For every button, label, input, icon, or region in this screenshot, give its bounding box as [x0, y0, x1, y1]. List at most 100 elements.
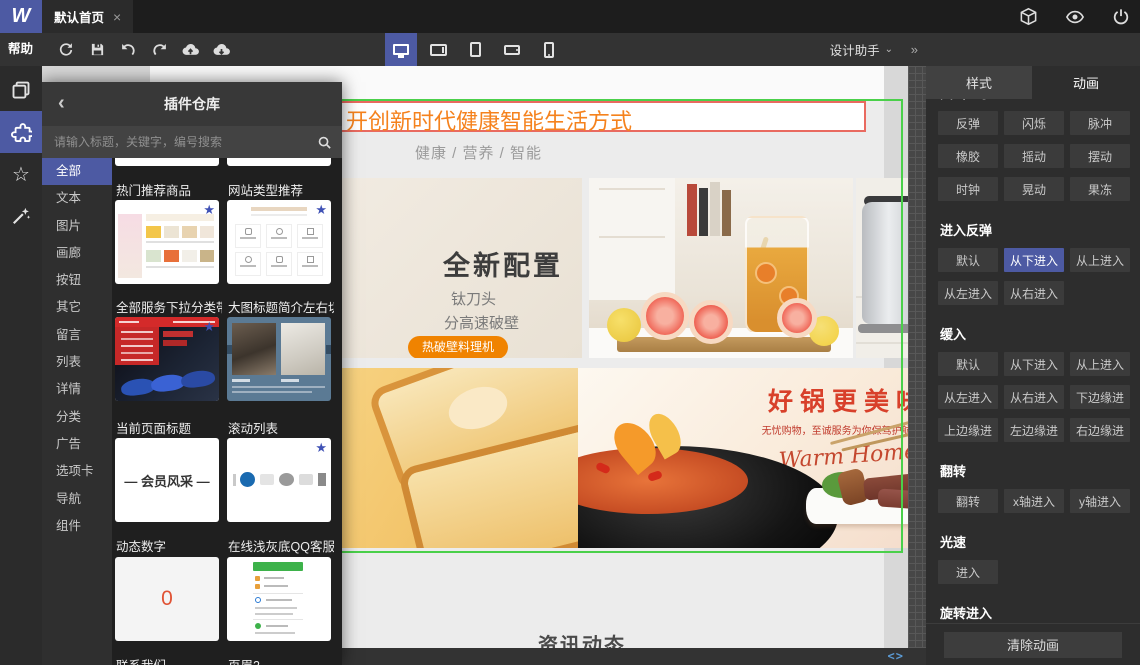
thumb-img [146, 250, 161, 262]
anim-button[interactable]: 翻转 [938, 489, 998, 513]
left-icon-rail: ☆ [0, 66, 42, 665]
cloud-download-icon[interactable] [211, 40, 231, 60]
juice-photo[interactable] [589, 178, 853, 358]
device-laptop-button[interactable] [422, 33, 454, 66]
anim-button[interactable]: 右边缘进 [1070, 418, 1130, 442]
anim-button[interactable]: 上边缘进 [938, 418, 998, 442]
news-heading[interactable]: 资讯动态 [538, 629, 626, 648]
anim-button[interactable]: 进入 [938, 560, 998, 584]
help-button[interactable]: 帮助 [8, 33, 33, 66]
category-item[interactable]: 导航 [42, 486, 112, 513]
anim-button[interactable]: 果冻 [1070, 177, 1130, 201]
anim-button[interactable]: 从上进入 [1070, 248, 1130, 272]
pages-icon[interactable] [0, 69, 42, 111]
star-icon[interactable]: ★ [203, 202, 215, 218]
category-item[interactable]: 图片 [42, 213, 112, 240]
back-icon[interactable]: ‹ [58, 82, 65, 126]
search-icon[interactable] [317, 135, 332, 150]
plugin-card-qq-service[interactable] [227, 557, 331, 641]
anim-button[interactable]: 从左进入 [938, 281, 998, 305]
plugin-card-page-title[interactable]: — 会员风采 — [115, 438, 219, 522]
category-item[interactable]: 留言 [42, 322, 112, 349]
plugin-item-grid: 热门推荐商品 ★ 网站类型推荐 ★ 全部服务下拉分类 ★ 大图标题简介左右 当前… [112, 158, 342, 665]
category-item[interactable]: 选项卡 [42, 458, 112, 485]
design-assistant-dropdown[interactable]: 设计助手 ⌄ [830, 33, 893, 66]
cloud-upload-icon[interactable] [180, 40, 200, 60]
category-item[interactable]: 画廊 [42, 240, 112, 267]
page-subtitle[interactable]: 健康 / 营养 / 智能 [415, 142, 542, 163]
anim-button[interactable]: 从下进入 [1004, 352, 1064, 376]
anim-button[interactable]: 下边缘进 [1070, 385, 1130, 409]
device-tablet-button[interactable] [459, 33, 491, 66]
anim-button[interactable]: 晃动 [1004, 177, 1064, 201]
plugin-card-image-slider[interactable] [227, 317, 331, 401]
category-item[interactable]: 按钮 [42, 267, 112, 294]
anim-button[interactable]: 左边缘进 [1004, 418, 1064, 442]
clear-animation-button[interactable]: 清除动画 [944, 631, 1122, 658]
save-icon[interactable] [87, 40, 107, 60]
anim-button[interactable]: 默认 [938, 248, 998, 272]
anim-button[interactable]: 时钟 [938, 177, 998, 201]
plugin-search-input[interactable] [52, 134, 311, 150]
collapse-chevrons-icon[interactable]: » [911, 33, 918, 66]
anim-button-active[interactable]: 从下进入 [1004, 248, 1064, 272]
anim-button[interactable]: 闪烁 [1004, 111, 1064, 135]
anim-button[interactable]: 橡胶 [938, 144, 998, 168]
plugin-library-icon[interactable] [0, 111, 42, 153]
kettle-photo[interactable] [856, 178, 908, 358]
redo-icon[interactable] [149, 40, 169, 60]
anim-button[interactable]: 从左进入 [938, 385, 998, 409]
thumb-img [200, 250, 214, 262]
category-item[interactable]: 分类 [42, 404, 112, 431]
device-desktop-button[interactable] [385, 33, 417, 66]
plugin-card-dynamic-number[interactable]: 0 [115, 557, 219, 641]
laptop-icon [429, 43, 447, 56]
category-item[interactable]: 文本 [42, 185, 112, 212]
anim-button[interactable]: 摆动 [1070, 144, 1130, 168]
wok-banner[interactable]: 好锅更美味 无忧购物，至诚服务为你保驾护航! Warm Home [578, 368, 908, 548]
category-item[interactable]: 其它 [42, 294, 112, 321]
chevron-down-icon: ⌄ [884, 44, 893, 55]
magic-wand-icon[interactable] [0, 195, 42, 237]
cabinet-line [599, 188, 665, 190]
power-exit-icon[interactable] [1112, 8, 1130, 26]
category-item[interactable]: 详情 [42, 376, 112, 403]
document-tab[interactable]: 默认首页 × [42, 0, 134, 33]
anim-button[interactable]: 脉冲 [1070, 111, 1130, 135]
plugin-card-dropdown-nav[interactable]: ★ [115, 317, 219, 401]
category-item-all[interactable]: 全部 [42, 158, 112, 186]
anim-button[interactable]: 从上进入 [1070, 352, 1130, 376]
anim-button[interactable]: 从右进入 [1004, 281, 1064, 305]
star-icon[interactable]: ★ [315, 202, 327, 218]
anim-button[interactable]: y轴进入 [1070, 489, 1130, 513]
components-cube-icon[interactable] [1019, 7, 1038, 26]
refresh-icon[interactable] [56, 40, 76, 60]
category-item[interactable]: 列表 [42, 349, 112, 376]
section-title-enter-bounce: 进入反弹 [940, 223, 993, 238]
code-view-icon[interactable]: <> [888, 648, 904, 665]
category-item[interactable]: 广告 [42, 431, 112, 458]
tab-animation[interactable]: 动画 [1032, 66, 1140, 99]
app-logo[interactable]: W [0, 0, 42, 33]
undo-icon[interactable] [118, 40, 138, 60]
category-item[interactable]: 组件 [42, 513, 112, 540]
close-tab-icon[interactable]: × [113, 9, 121, 25]
anim-button[interactable]: 从右进入 [1004, 385, 1064, 409]
preview-eye-icon[interactable] [1065, 7, 1085, 27]
plugin-item-label: 联系我们 [116, 655, 166, 665]
plugin-card-site-types[interactable]: ★ [227, 200, 331, 284]
device-phone-portrait-button[interactable] [533, 33, 565, 66]
favorites-icon[interactable]: ☆ [0, 153, 42, 195]
plugin-card-partial[interactable] [115, 158, 219, 166]
anim-button[interactable]: 反弹 [938, 111, 998, 135]
anim-button[interactable]: x轴进入 [1004, 489, 1064, 513]
star-icon[interactable]: ★ [315, 440, 327, 456]
device-phone-landscape-button[interactable] [496, 33, 528, 66]
anim-button[interactable]: 默认 [938, 352, 998, 376]
plugin-card-partial[interactable] [227, 158, 331, 166]
star-icon[interactable]: ★ [203, 319, 215, 335]
anim-button[interactable]: 摇动 [1004, 144, 1064, 168]
plugin-card-hot-products[interactable]: ★ [115, 200, 219, 284]
tab-style[interactable]: 样式 [926, 66, 1032, 99]
plugin-card-scroll-list[interactable]: ★ [227, 438, 331, 522]
